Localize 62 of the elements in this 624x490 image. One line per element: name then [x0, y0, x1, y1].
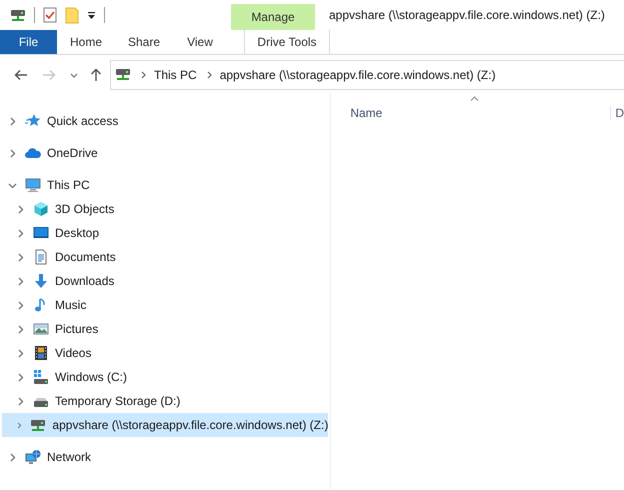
tree-item[interactable]: Windows (C:) [2, 365, 328, 389]
column-header[interactable]: D [615, 106, 624, 120]
chevron-right-icon[interactable] [141, 71, 146, 79]
chevron-icon[interactable] [8, 148, 17, 158]
tree-item[interactable]: Temporary Storage (D:) [2, 389, 328, 413]
tree-item[interactable]: Music [2, 293, 328, 317]
file-tab[interactable]: File [0, 30, 57, 54]
network-icon [25, 449, 41, 465]
address-bar[interactable]: This PC appvshare (\\storageappv.file.core.windows.net) (Z:) [110, 60, 624, 90]
chevron-down-icon[interactable] [70, 72, 78, 78]
tree-item[interactable]: 3D Objects [2, 197, 328, 221]
chevron-icon[interactable] [16, 276, 25, 286]
tree-item[interactable]: Network [2, 445, 328, 469]
monitor-icon [25, 177, 41, 193]
cloud-icon [25, 145, 41, 161]
column-header[interactable]: Name [350, 106, 382, 120]
tree-item[interactable]: This PC [2, 173, 328, 197]
ribbon-tab[interactable]: Home [57, 30, 115, 54]
chevron-icon[interactable] [16, 420, 22, 430]
dropdown-icon[interactable] [87, 10, 96, 20]
network-drive-icon [30, 417, 46, 433]
chevron-icon[interactable] [16, 396, 25, 406]
ribbon-tab[interactable]: Drive Tools [244, 30, 330, 54]
film-icon [33, 345, 49, 361]
chevron-icon[interactable] [8, 116, 17, 126]
network-drive-icon[interactable] [10, 7, 26, 23]
window-title: appvshare (\\storageappv.file.core.windows.net) (Z:) [329, 8, 605, 22]
tree-item[interactable]: Pictures [2, 317, 328, 341]
sort-caret-icon [470, 96, 480, 101]
cube-icon [33, 201, 49, 217]
drive-icon [33, 369, 49, 385]
ribbon-tab[interactable]: Share [115, 30, 173, 54]
chevron-icon[interactable] [16, 204, 25, 214]
checklist-icon[interactable] [43, 7, 57, 23]
chevron-icon[interactable] [16, 348, 25, 358]
chevron-icon[interactable] [16, 252, 25, 262]
star-icon [25, 113, 41, 129]
tree-item[interactable]: Desktop [2, 221, 328, 245]
chevron-icon[interactable] [8, 452, 17, 462]
context-group-label: Manage [231, 4, 315, 30]
tree-item[interactable]: Documents [2, 245, 328, 269]
network-drive-icon [115, 68, 131, 82]
back-arrow-icon[interactable] [14, 69, 28, 81]
breadcrumb[interactable]: appvshare (\\storageappv.file.core.windows.net) (Z:) [220, 68, 496, 82]
chevron-icon[interactable] [16, 228, 25, 238]
ribbon-tab[interactable]: View [173, 30, 227, 54]
up-arrow-icon[interactable] [90, 68, 102, 82]
tree-item[interactable]: Downloads [2, 269, 328, 293]
chevron-right-icon[interactable] [206, 71, 212, 79]
breadcrumb[interactable]: This PC [154, 68, 197, 82]
chevron-icon[interactable] [16, 372, 25, 382]
picture-icon [33, 321, 49, 337]
tree-item[interactable]: OneDrive [2, 141, 328, 165]
down-arrow-icon [33, 273, 49, 289]
desktop-icon [33, 225, 49, 241]
chevron-icon[interactable] [8, 180, 17, 190]
chevron-icon[interactable] [16, 324, 25, 334]
chevron-icon[interactable] [16, 300, 25, 310]
tree-item[interactable]: Quick access [2, 109, 328, 133]
document-icon [33, 249, 49, 265]
tree-item[interactable]: Videos [2, 341, 328, 365]
tree-item[interactable]: appvshare (\\storageappv.file.core.windows.net) (Z:) [2, 413, 328, 437]
